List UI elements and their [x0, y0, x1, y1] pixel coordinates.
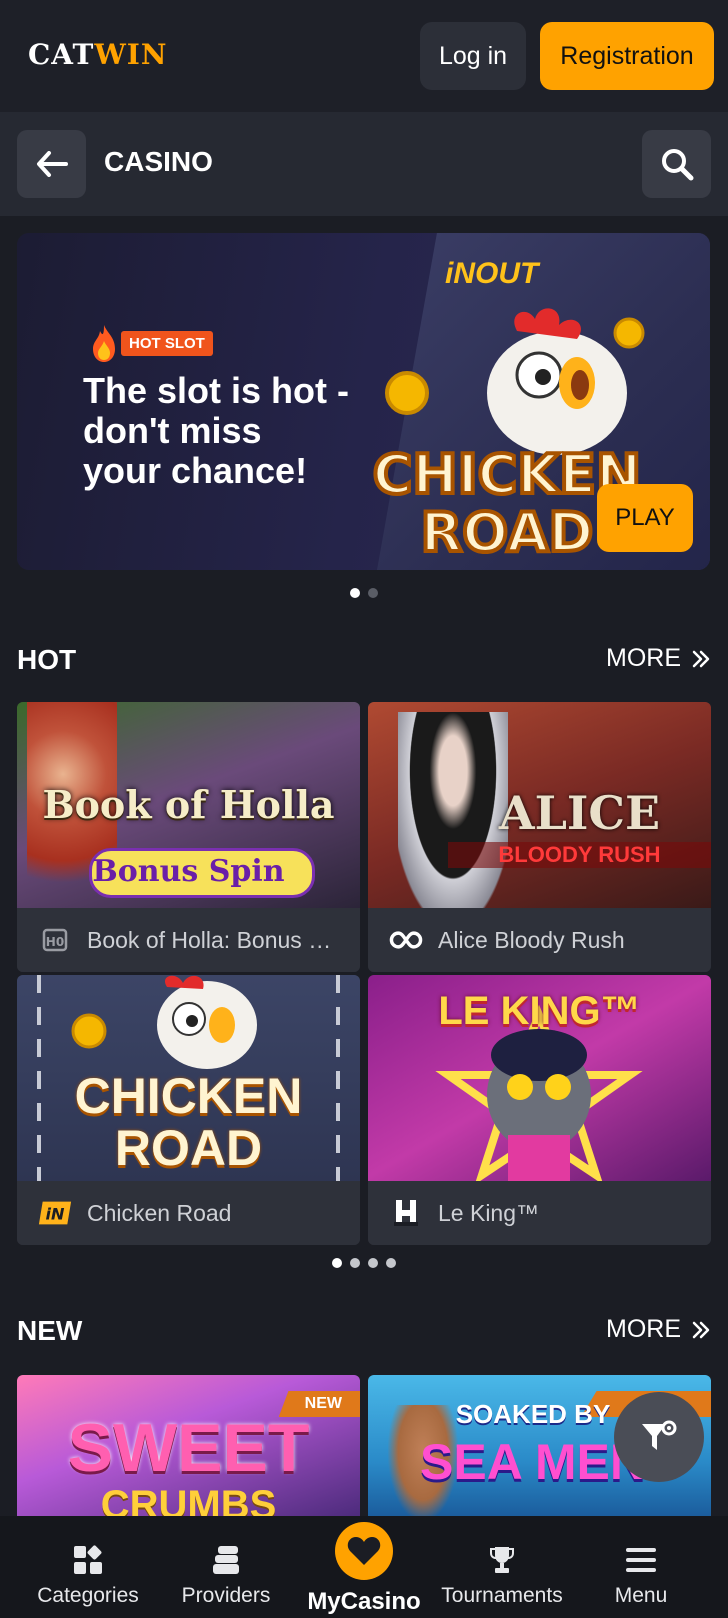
search-icon: [661, 149, 693, 181]
game-thumbnail: Book of Holla Bonus Spin: [17, 702, 360, 908]
game-meta: iN Chicken Road: [17, 1181, 360, 1245]
nav-label: MyCasino: [307, 1588, 421, 1615]
hot-slot-tag: HOT SLOT: [121, 330, 213, 356]
nav-mycasino[interactable]: MyCasino: [300, 1516, 428, 1618]
game-card-le-king[interactable]: LE KING™ Le King™: [368, 975, 711, 1245]
banner-dot-2[interactable]: [368, 588, 378, 598]
banner-headline: The slot is hot - don't miss your chance…: [83, 371, 383, 491]
svg-text:H0: H0: [46, 935, 64, 949]
banner-game-title-line2: ROAD: [421, 501, 594, 563]
thumb-title: LE KING™: [438, 989, 641, 1033]
thumb-subtitle: BLOODY RUSH: [448, 842, 711, 868]
banner-pagination: [350, 588, 378, 598]
banner-headline-line3: your chance!: [83, 450, 308, 491]
banner-dot-1[interactable]: [350, 588, 360, 598]
top-header: CATWIN Log in Registration: [0, 0, 728, 112]
nav-menu[interactable]: Menu: [600, 1516, 682, 1618]
hot-dot-1[interactable]: [332, 1258, 342, 1268]
logo-part-cat: CAT: [28, 38, 95, 71]
hacksaw-icon: H0: [37, 922, 73, 958]
banner-headline-line2: don't miss: [83, 410, 262, 451]
casino-subbar: CASINO: [0, 112, 728, 216]
thumb-subtitle: CRUMBS: [100, 1483, 277, 1520]
registration-button[interactable]: Registration: [540, 22, 714, 90]
hot-more-link[interactable]: MORE: [606, 644, 711, 673]
game-meta: Le King™: [368, 1181, 711, 1245]
game-thumbnail: ALICE BLOODY RUSH: [368, 702, 711, 908]
hot-section-title: HOT: [17, 644, 77, 675]
arrow-left-icon: [36, 151, 68, 177]
nav-label: Providers: [181, 1584, 271, 1607]
double-chevron-right-icon: [692, 1321, 710, 1338]
double-chevron-right-icon: [692, 650, 710, 667]
game-name: Le King™: [438, 1199, 540, 1226]
thumb-subtitle: Bonus Spin: [92, 854, 285, 889]
nav-label: Tournaments: [441, 1584, 563, 1607]
categories-icon: [72, 1542, 104, 1578]
hot-more-label: MORE: [606, 644, 681, 672]
play-button[interactable]: PLAY: [597, 484, 693, 552]
heart-icon: [335, 1522, 393, 1580]
hot-dot-3[interactable]: [368, 1258, 378, 1268]
game-name: Alice Bloody Rush: [438, 926, 625, 953]
hot-dot-2[interactable]: [350, 1258, 360, 1268]
hot-pagination: [332, 1258, 396, 1268]
flame-icon: [93, 325, 115, 362]
trophy-icon: [489, 1542, 515, 1578]
banner-headline-line1: The slot is hot -: [83, 370, 349, 411]
game-meta: Alice Bloody Rush: [368, 908, 711, 972]
nav-providers[interactable]: Providers: [170, 1516, 282, 1618]
game-name: Book of Holla: Bonus Spin: [87, 926, 337, 953]
promo-banner[interactable]: HOT SLOT The slot is hot - don't miss yo…: [17, 233, 710, 570]
providers-icon: [210, 1542, 242, 1578]
game-card-alice-bloody-rush[interactable]: ALICE BLOODY RUSH Alice Bloody Rush: [368, 702, 711, 972]
back-button[interactable]: [17, 130, 86, 198]
thumb-title: ALICE: [498, 786, 661, 840]
game-thumbnail: LE KING™: [368, 975, 711, 1181]
nav-label: Menu: [614, 1584, 668, 1607]
svg-text:iN: iN: [46, 1205, 66, 1224]
thumb-subtitle: ROAD: [114, 1120, 263, 1176]
login-button[interactable]: Log in: [420, 22, 526, 90]
game-thumbnail: CHICKEN ROAD: [17, 975, 360, 1181]
inout-provider-icon: iN: [37, 1195, 73, 1231]
thumb-title: SOAKED BY: [455, 1399, 611, 1429]
infinity-provider-icon: [388, 922, 424, 958]
bottom-navigation: Categories Providers MyCasino Tournament…: [0, 1516, 728, 1618]
hot-slot-badge: HOT SLOT: [89, 323, 213, 363]
page-title: CASINO: [104, 146, 213, 177]
menu-icon: [625, 1542, 657, 1578]
filter-settings-icon: [642, 1420, 677, 1450]
game-card-book-of-holla[interactable]: Book of Holla Bonus Spin H0 Book of Holl…: [17, 702, 360, 972]
nav-tournaments[interactable]: Tournaments: [436, 1516, 568, 1618]
game-card-chicken-road[interactable]: CHICKEN ROAD iN Chicken Road: [17, 975, 360, 1245]
new-section-header: NEW MORE: [17, 1315, 711, 1355]
catwin-logo[interactable]: CATWIN: [28, 38, 167, 71]
hacksaw-h-icon: [388, 1195, 424, 1231]
thumb-title: CHICKEN: [74, 1068, 303, 1124]
hot-dot-4[interactable]: [386, 1258, 396, 1268]
game-meta: H0 Book of Holla: Bonus Spin: [17, 908, 360, 972]
nav-categories[interactable]: Categories: [30, 1516, 146, 1618]
hot-section-header: HOT MORE: [17, 644, 711, 684]
game-name: Chicken Road: [87, 1199, 232, 1226]
new-section-title: NEW: [17, 1315, 83, 1346]
nav-label: Categories: [37, 1584, 139, 1607]
game-card-sweet-crumbs[interactable]: NEW SWEET CRUMBS: [17, 1375, 360, 1520]
logo-part-win: WIN: [94, 38, 168, 71]
thumb-title: SWEET: [67, 1410, 310, 1486]
thumb-title: Book of Holla: [42, 782, 335, 827]
new-more-link[interactable]: MORE: [606, 1315, 711, 1344]
filter-button[interactable]: [614, 1392, 704, 1482]
search-button[interactable]: [642, 130, 711, 198]
new-more-label: MORE: [606, 1315, 681, 1343]
